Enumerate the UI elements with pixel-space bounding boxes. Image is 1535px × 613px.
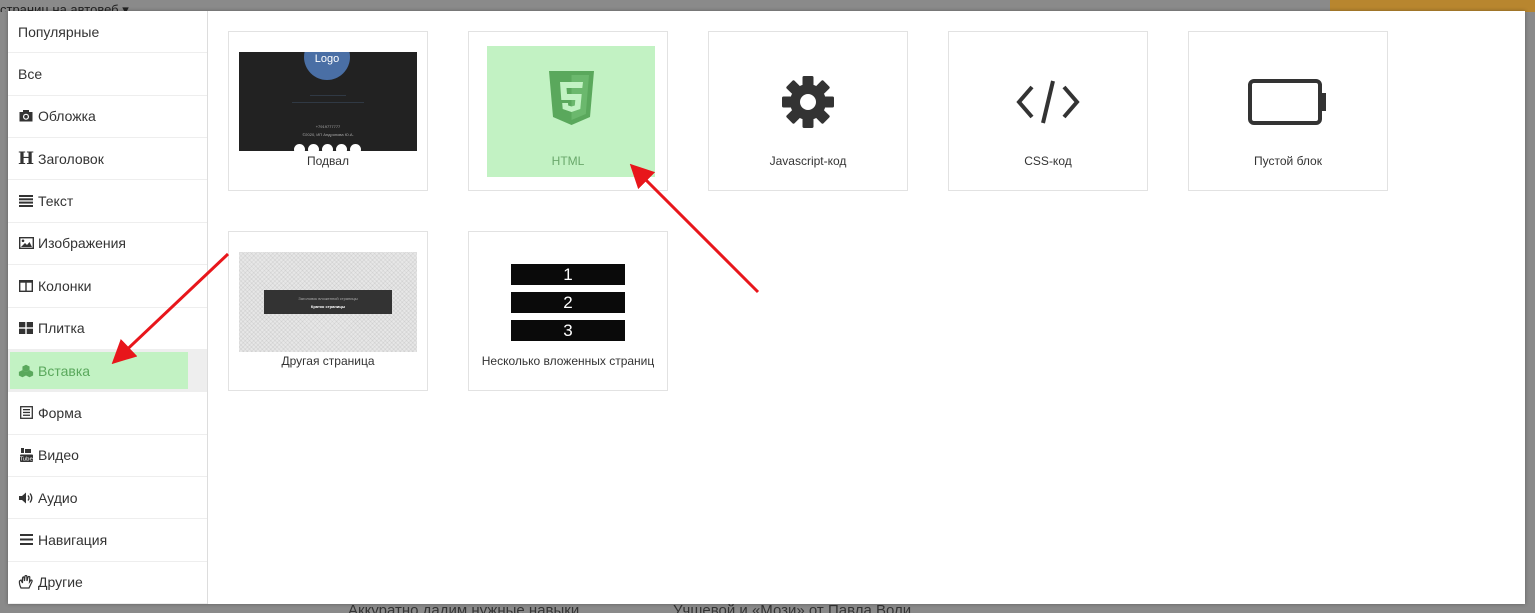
nested-page-row: 2 [511, 291, 625, 313]
footer-logo: Logo [304, 52, 350, 80]
block-card-label: CSS-код [1024, 154, 1072, 168]
footer-link-line: —————————————————— [292, 99, 364, 104]
sidebar-item-columns[interactable]: Колонки [8, 265, 207, 308]
add-block-modal: Популярные Все Обложка H Заголовок Текст… [8, 11, 1525, 605]
block-card-label: Javascript-код [769, 154, 847, 168]
footer-phone: +7919777777 [315, 124, 341, 129]
sidebar-item-other[interactable]: Другие [8, 562, 207, 605]
other-page-preview-box: Заголовок вложенной страницы Кратко стра… [264, 290, 392, 314]
cubes-icon [18, 363, 34, 379]
other-page-caption: Заголовок вложенной страницы [298, 295, 358, 301]
columns-icon [18, 278, 34, 294]
sidebar-item-label: Форма [38, 404, 82, 421]
block-card-html[interactable]: HTML [468, 31, 668, 191]
footer-copyright: ©2020, ИП Андропова Ю.А. [302, 132, 354, 137]
sidebar-item-video[interactable]: Tube Видео [8, 435, 207, 477]
sidebar-item-text[interactable]: Текст [8, 180, 207, 223]
sidebar-item-audio[interactable]: Аудио [8, 477, 207, 520]
background-page-text-left: Аккуратно дадим нужные навыки [348, 604, 580, 613]
sidebar-item-label: Навигация [38, 531, 108, 548]
code-icon [959, 52, 1137, 152]
sidebar-item-label: Текст [38, 193, 74, 210]
tiles-icon [18, 320, 34, 336]
sidebar-item-tiles[interactable]: Плитка [8, 308, 207, 350]
sidebar-item-label: Обложка [38, 108, 96, 125]
sidebar-item-navigation[interactable]: Навигация [8, 519, 207, 562]
gear-icon [719, 52, 897, 152]
empty-battery-icon [1199, 52, 1377, 152]
sidebar-item-label: Заголовок [38, 150, 104, 167]
block-card-label: Другая страница [281, 354, 375, 368]
svg-text:Tube: Tube [20, 457, 33, 463]
block-card-css[interactable]: CSS-код [948, 31, 1148, 191]
other-page-button: Кратко страницы [310, 303, 346, 309]
sidebar-item-images[interactable]: Изображения [8, 223, 207, 266]
sidebar-item-label: Вставка [38, 362, 91, 379]
block-category-sidebar: Популярные Все Обложка H Заголовок Текст… [8, 11, 208, 605]
footer-thumbnail: Logo ————————— —————————————————— +79197… [239, 52, 417, 151]
volume-icon [18, 490, 34, 506]
block-card-nested-pages[interactable]: 1 2 3 Несколько вложенных страниц [468, 231, 668, 391]
sidebar-item-label: Изображения [38, 235, 126, 252]
block-card-label: Пустой блок [1254, 154, 1322, 168]
sidebar-item-label: Все [18, 66, 43, 83]
sidebar-item-popular[interactable]: Популярные [8, 11, 207, 54]
sidebar-item-label: Другие [38, 574, 83, 591]
sidebar-item-label: Видео [38, 447, 79, 464]
block-card-label: HTML [551, 154, 585, 168]
sidebar-item-embed[interactable]: Вставка [8, 349, 207, 393]
nested-pages-thumbnail: 1 2 3 [479, 252, 657, 352]
nested-page-row: 1 [511, 263, 625, 285]
form-icon [18, 405, 34, 421]
sidebar-item-label: Аудио [38, 489, 78, 506]
block-card-javascript[interactable]: Javascript-код [708, 31, 908, 191]
heading-icon: H [17, 148, 35, 169]
sidebar-item-label: Плитка [38, 320, 85, 337]
sidebar-item-cover[interactable]: Обложка [8, 96, 207, 139]
footer-social-icons [294, 144, 361, 151]
image-icon [18, 235, 34, 251]
block-card-label: Несколько вложенных страниц [481, 354, 655, 368]
menu-icon [18, 532, 34, 548]
footer-link-line: ————————— [310, 92, 346, 97]
block-card-other-page[interactable]: Заголовок вложенной страницы Кратко стра… [228, 231, 428, 391]
text-lines-icon [18, 193, 34, 209]
sidebar-item-all[interactable]: Все [8, 53, 207, 96]
sidebar-item-form[interactable]: Форма [8, 392, 207, 435]
background-page-text-right: Учшевой и «Мози» от Павла Воли [673, 604, 912, 613]
active-highlight [10, 351, 188, 390]
sidebar-item-label: Колонки [38, 277, 92, 294]
nested-page-row: 3 [511, 319, 625, 341]
block-card-footer[interactable]: Logo ————————— —————————————————— +79197… [228, 31, 428, 191]
sidebar-item-label: Популярные [18, 23, 100, 40]
hand-icon [18, 574, 34, 590]
camera-icon [18, 108, 34, 124]
block-card-empty[interactable]: Пустой блок [1188, 31, 1388, 191]
html5-icon [487, 60, 655, 140]
other-page-thumbnail: Заголовок вложенной страницы Кратко стра… [239, 252, 417, 352]
block-card-label: Подвал [307, 154, 349, 168]
youtube-icon: Tube [18, 447, 34, 463]
block-grid: Logo ————————— —————————————————— +79197… [208, 11, 1525, 604]
sidebar-item-heading[interactable]: H Заголовок [8, 138, 207, 181]
